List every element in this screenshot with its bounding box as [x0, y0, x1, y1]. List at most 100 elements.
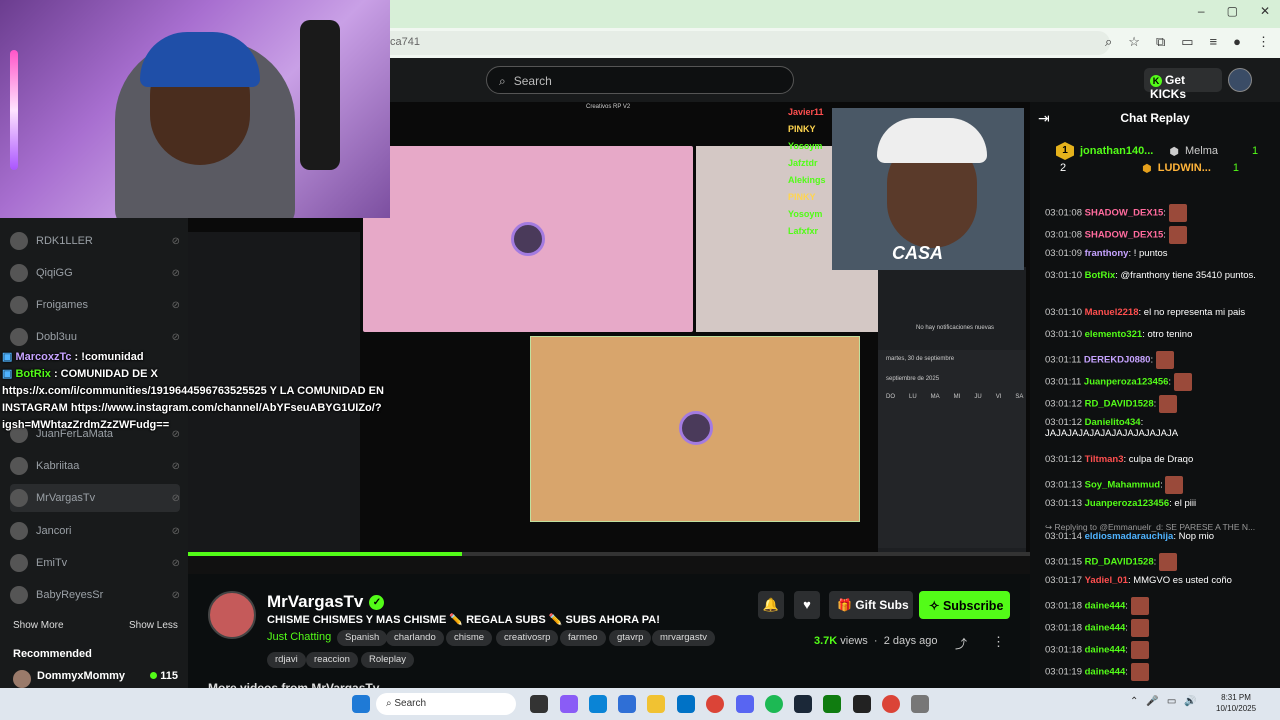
- chevron-up-icon[interactable]: ⌃: [1130, 696, 1138, 707]
- close-button[interactable]: ✕: [1260, 4, 1270, 18]
- sidebar-item-label: QiqiGG: [36, 267, 73, 279]
- task-view-icon[interactable]: [530, 695, 548, 713]
- avatar: [10, 489, 28, 507]
- menu-kebab-icon[interactable]: ⋮: [1257, 34, 1270, 50]
- profile-icon[interactable]: ●: [1233, 34, 1241, 50]
- chat-username[interactable]: RD_DAVID1528: [1085, 399, 1154, 410]
- subscribe-button[interactable]: ✧ Subscribe: [919, 591, 1010, 619]
- leader-name[interactable]: jonathan140...: [1080, 145, 1153, 157]
- sidebar-item-mrvargastv[interactable]: MrVargasTv ⊘: [10, 484, 180, 512]
- chat-username[interactable]: DEREKDJ0880: [1084, 355, 1151, 366]
- tag[interactable]: creativosrp: [496, 630, 559, 646]
- notification-bell-button[interactable]: 🔔: [758, 591, 784, 619]
- tag[interactable]: chisme: [446, 630, 493, 646]
- more-options-icon[interactable]: ⋮: [992, 634, 1005, 650]
- outlook-icon[interactable]: [677, 695, 695, 713]
- get-kicks-button[interactable]: K Get KICKs: [1144, 68, 1222, 101]
- tag[interactable]: charlando: [386, 630, 444, 646]
- chat-username[interactable]: franthony: [1085, 248, 1129, 259]
- system-tray: ⌃ 🎤 ▭ 🔊: [1130, 696, 1197, 707]
- chat-username[interactable]: RD_DAVID1528: [1085, 557, 1154, 568]
- gift-subs-button[interactable]: 🎁 Gift Subs: [829, 591, 913, 619]
- display-icon[interactable]: ▭: [1167, 696, 1176, 707]
- chat-message: 03:01:13 Juanperoza123456: el piii: [1045, 498, 1197, 509]
- sidebar-item-label: Jancori: [36, 525, 72, 537]
- steam-icon[interactable]: [794, 695, 812, 713]
- video-controls: [188, 556, 1030, 574]
- share-icon[interactable]: ⤴: [955, 635, 967, 652]
- chat-username[interactable]: Danielito434: [1085, 417, 1141, 428]
- category-link[interactable]: Just Chatting: [267, 631, 331, 643]
- follow-heart-button[interactable]: ♥: [794, 591, 820, 619]
- tag[interactable]: Roleplay: [361, 652, 414, 668]
- tag[interactable]: rdjavi: [267, 652, 306, 668]
- sidebar-item-jancori[interactable]: Jancori ⊘: [10, 517, 180, 545]
- sidebar-item-babyreyessr[interactable]: BabyReyesSr ⊘: [10, 581, 180, 609]
- chat-message: 03:01:08 SHADOW_DEX15:: [1045, 204, 1275, 222]
- tag[interactable]: farmeo: [560, 630, 606, 646]
- settings-icon[interactable]: [911, 695, 929, 713]
- taskbar-search[interactable]: ⌕ Search: [376, 693, 516, 715]
- user-avatar[interactable]: [1228, 68, 1252, 92]
- mic-icon[interactable]: 🎤: [1146, 696, 1158, 707]
- tag[interactable]: Spanish: [337, 630, 388, 646]
- copilot-icon[interactable]: [560, 695, 578, 713]
- app-icon[interactable]: [853, 695, 871, 713]
- channel-avatar[interactable]: [208, 591, 256, 639]
- tag[interactable]: gtavrp: [609, 630, 652, 646]
- chat-username[interactable]: Tiltman3: [1085, 454, 1124, 465]
- url-input[interactable]: ca741: [390, 31, 1110, 55]
- chrome-icon[interactable]: [882, 695, 900, 713]
- tag[interactable]: mrvargastv: [652, 630, 715, 646]
- xbox-icon[interactable]: [823, 695, 841, 713]
- sidebar-item-qiqigg[interactable]: QiqiGG ⊘: [10, 259, 180, 287]
- search-input[interactable]: ⌕ Search: [486, 66, 794, 94]
- bookmark-star-icon[interactable]: ☆: [1128, 34, 1140, 50]
- chat-username[interactable]: daine444: [1085, 667, 1126, 678]
- show-less-button[interactable]: Show Less: [129, 620, 178, 631]
- offline-icon: ⊘: [171, 492, 180, 504]
- file-explorer-icon[interactable]: [647, 695, 665, 713]
- sidebar-item-froigames[interactable]: Froigames ⊘: [10, 291, 180, 319]
- channel-name[interactable]: MrVargasTv ✓: [267, 592, 385, 612]
- chat-username[interactable]: daine444: [1085, 645, 1126, 656]
- chat-username[interactable]: daine444: [1085, 601, 1126, 612]
- show-more-button[interactable]: Show More: [13, 620, 64, 631]
- leader-count: 1: [1232, 162, 1240, 174]
- minimize-button[interactable]: –: [1198, 4, 1205, 18]
- chat-username[interactable]: daine444: [1085, 623, 1126, 634]
- cast-icon[interactable]: ▭: [1181, 34, 1193, 50]
- zoom-icon[interactable]: ⌕: [1105, 34, 1112, 50]
- recommended-item[interactable]: DommyxMommy 115: [13, 670, 178, 688]
- windows-start-icon[interactable]: [352, 695, 370, 713]
- avatar: [10, 296, 28, 314]
- chat-username[interactable]: elemento321: [1085, 329, 1143, 340]
- chat-username[interactable]: Manuel2218: [1085, 307, 1139, 318]
- spotify-icon[interactable]: [765, 695, 783, 713]
- discord-icon[interactable]: [736, 695, 754, 713]
- chat-username[interactable]: BotRix: [1085, 270, 1116, 281]
- chat-username[interactable]: Yadiel_01: [1085, 575, 1128, 586]
- volume-icon[interactable]: 🔊: [1184, 696, 1196, 707]
- leader-name[interactable]: Melma: [1185, 145, 1218, 157]
- chat-username[interactable]: Soy_Mahammud: [1085, 480, 1161, 491]
- edge-icon[interactable]: [589, 695, 607, 713]
- chat-username[interactable]: SHADOW_DEX15: [1085, 208, 1164, 219]
- sidebar-item-dobl3uu[interactable]: Dobl3uu ⊘: [10, 323, 180, 351]
- sidebar-item-rdk1ller[interactable]: RDK1LLER ⊘: [10, 227, 180, 255]
- leader-name[interactable]: LUDWIN...: [1158, 162, 1211, 175]
- guest-overlay-text: CASA: [892, 243, 944, 263]
- chrome-icon[interactable]: [706, 695, 724, 713]
- tag[interactable]: reaccion: [306, 652, 358, 668]
- chat-username[interactable]: SHADOW_DEX15: [1085, 230, 1164, 241]
- store-icon[interactable]: [618, 695, 636, 713]
- media-icon[interactable]: ≡: [1210, 34, 1218, 50]
- extensions-icon[interactable]: ⧉: [1156, 34, 1165, 50]
- offline-icon: ⊘: [171, 235, 180, 247]
- chat-username[interactable]: Juanperoza123456: [1085, 498, 1170, 509]
- taskbar-clock[interactable]: 8:31 PM 10/10/2025: [1216, 692, 1256, 714]
- maximize-button[interactable]: ▢: [1227, 4, 1238, 18]
- sidebar-item-kabriitaa[interactable]: Kabriitaa ⊘: [10, 452, 180, 480]
- chat-username[interactable]: Juanperoza123456: [1084, 377, 1169, 388]
- sidebar-item-emitv[interactable]: EmiTv ⊘: [10, 549, 180, 577]
